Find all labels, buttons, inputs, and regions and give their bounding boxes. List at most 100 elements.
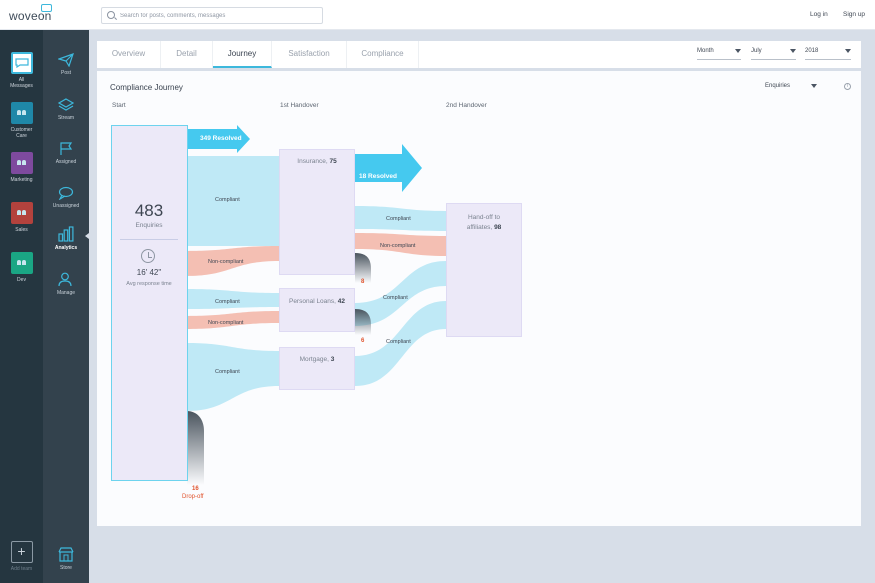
enquiries-label: Enquiries (135, 222, 163, 229)
enquiries-count: 483 (134, 201, 164, 220)
nav-label: Store (60, 565, 72, 571)
affiliates-label-2: affiliates, (466, 224, 493, 231)
send-icon (58, 53, 74, 67)
add-team-button[interactable]: + Add team (0, 541, 43, 572)
all-messages-icon (10, 52, 33, 74)
noncompliant-label: Non-compliant (380, 243, 416, 249)
nav-manage[interactable]: Manage (43, 272, 89, 296)
active-pointer (85, 233, 89, 239)
journey-card: Compliance Journey Enquiries i Start 1st… (97, 71, 861, 526)
nav-label: Unassigned (52, 203, 80, 209)
team-dev[interactable]: Dev (0, 252, 43, 283)
nav-label: Stream (57, 115, 75, 121)
user-manage-icon (58, 272, 72, 287)
dropoff-start (187, 411, 204, 485)
chevron-down-icon (735, 49, 741, 53)
nav-label: Manage (56, 290, 76, 296)
insurance-label: Insurance, (297, 158, 328, 165)
dropoff-loans-count: 6 (361, 338, 365, 344)
layers-icon (58, 98, 74, 111)
tab-satisfaction[interactable]: Satisfaction (272, 41, 347, 68)
node-personal-loans[interactable]: Personal Loans, 42 (279, 288, 355, 332)
noncompliant-label: Non-compliant (208, 320, 244, 326)
tab-journey[interactable]: Journey (213, 41, 272, 68)
chat-icon (58, 186, 74, 200)
signup-link[interactable]: Sign up (843, 11, 865, 18)
resolved-start-label: 349 Resolved (200, 135, 242, 142)
year-select[interactable]: 2018 (805, 48, 851, 60)
plus-icon: + (10, 541, 33, 563)
nav-label: Post (60, 70, 71, 76)
mortgage-label: Mortgage, (299, 356, 329, 363)
compliant-label: Compliant (383, 295, 408, 301)
login-link[interactable]: Log in (810, 11, 828, 18)
nav-unassigned[interactable]: Unassigned (43, 186, 89, 209)
tab-compliance[interactable]: Compliance (347, 41, 419, 68)
team-people-icon (10, 152, 33, 174)
nav-store[interactable]: Store (43, 547, 89, 571)
compliant-label: Compliant (215, 369, 240, 375)
period-select[interactable]: Month (697, 48, 741, 60)
compliant-label: Compliant (386, 216, 411, 222)
dropoff-start-count: 16 (192, 486, 199, 492)
divider (120, 239, 178, 240)
team-label: Care (16, 133, 27, 139)
chevron-down-icon (845, 49, 851, 53)
noncompliant-label: Non-compliant (208, 259, 244, 265)
team-label: Marketing (10, 177, 33, 183)
tab-bar: Overview Detail Journey Satisfaction Com… (97, 41, 861, 68)
search-box[interactable] (101, 7, 323, 24)
month-select[interactable]: July (751, 48, 796, 60)
bar-chart-icon (58, 226, 74, 242)
tab-detail[interactable]: Detail (161, 41, 213, 68)
team-sales[interactable]: Sales (0, 202, 43, 233)
team-all-messages[interactable]: All Messages (0, 52, 43, 89)
nav-label: Analytics (54, 245, 78, 251)
affiliates-value: 98 (494, 224, 502, 231)
search-input[interactable] (120, 9, 318, 22)
month-value: July (751, 48, 762, 54)
team-people-icon (10, 102, 33, 124)
response-time-value: 16' 42" (136, 268, 162, 277)
flag-icon (60, 142, 73, 155)
node-mortgage[interactable]: Mortgage, 3 (279, 347, 355, 390)
nav-stream[interactable]: Stream (43, 98, 89, 121)
compliant-label: Compliant (215, 299, 240, 305)
period-value: Month (697, 48, 714, 54)
nav-analytics[interactable]: Analytics (43, 226, 89, 251)
store-icon (58, 547, 74, 562)
nav-assigned[interactable]: Assigned (43, 142, 89, 165)
team-label: Sales (15, 227, 28, 233)
chat-bubble-logo-icon (41, 4, 52, 12)
tab-overview[interactable]: Overview (97, 41, 161, 68)
team-label: Dev (17, 277, 26, 283)
resolved-insurance-label: 18 Resolved (359, 173, 397, 180)
node-affiliates[interactable]: Hand-off to affiliates, 98 (446, 203, 522, 337)
dropoff-insurance-count: 8 (361, 279, 365, 285)
mortgage-value: 3 (330, 356, 335, 363)
search-icon (107, 11, 115, 19)
chevron-down-icon (790, 49, 796, 53)
nav-label: Assigned (55, 159, 77, 165)
team-people-icon (10, 252, 33, 274)
add-team-label: Add team (10, 566, 33, 572)
compliant-label: Compliant (386, 339, 411, 345)
node-start-enquiries[interactable]: 483 Enquiries 16' 42" Avg response time (111, 125, 188, 481)
team-people-icon (10, 202, 33, 224)
nav-post[interactable]: Post (43, 53, 89, 76)
team-customer-care[interactable]: Customer Care (0, 102, 43, 139)
team-label: Messages (10, 83, 33, 89)
team-marketing[interactable]: Marketing (0, 152, 43, 183)
response-time-label: Avg response time (126, 281, 172, 287)
node-insurance[interactable]: Insurance, 75 (279, 149, 355, 275)
insurance-value: 75 (329, 158, 337, 165)
flow-resolved-insurance (355, 144, 422, 192)
top-bar: woveon Log in Sign up (0, 0, 875, 30)
compliant-label: Compliant (215, 197, 240, 203)
loans-label: Personal Loans, (288, 298, 336, 305)
dropoff-label: Drop-off (182, 494, 204, 500)
affiliates-label: Hand-off to (467, 214, 501, 221)
year-value: 2018 (805, 48, 819, 54)
main-panel: Overview Detail Journey Satisfaction Com… (97, 41, 861, 526)
clock-icon (141, 249, 155, 263)
